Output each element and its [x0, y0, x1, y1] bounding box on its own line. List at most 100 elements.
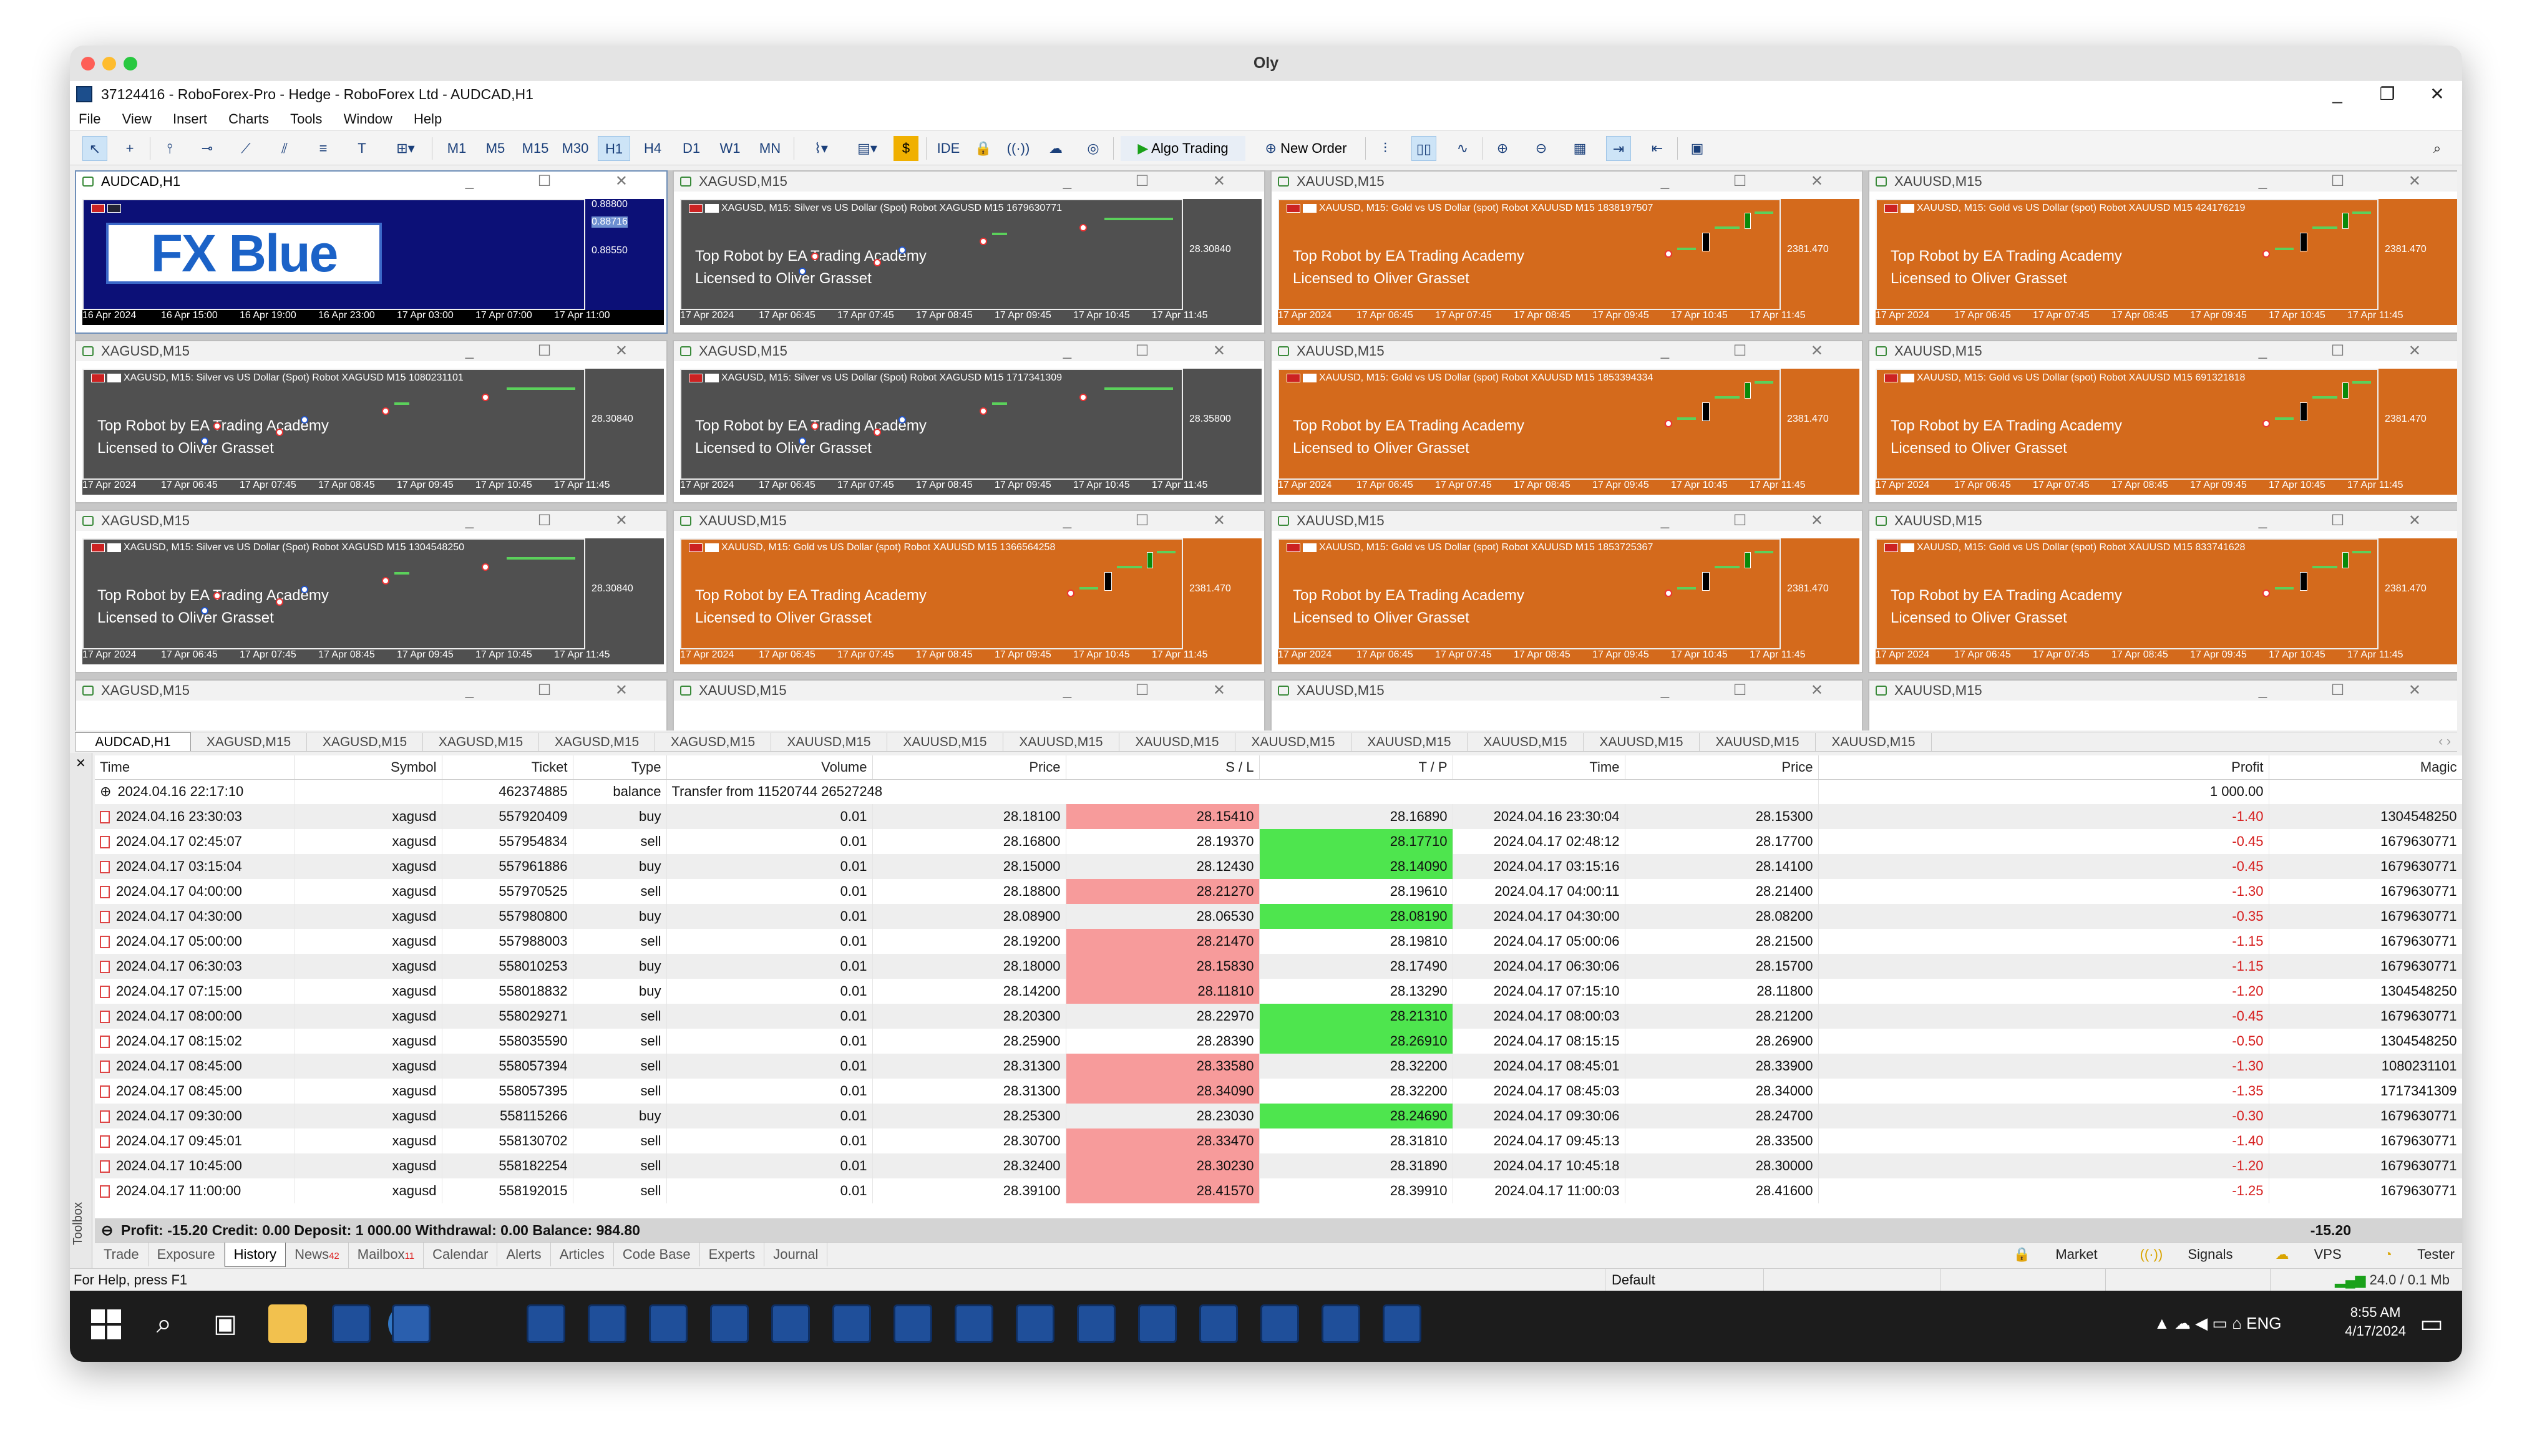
- timeframe-mn[interactable]: MN: [752, 136, 787, 161]
- chart-tab[interactable]: XAGUSD,M15: [307, 733, 423, 751]
- chart-window-controls[interactable]: _ ☐ ✕: [1063, 681, 1255, 701]
- mt5-taskbar-icon[interactable]: [1199, 1304, 1238, 1343]
- chart-window-controls[interactable]: _ ☐ ✕: [1063, 172, 1255, 192]
- menu-insert[interactable]: Insert: [164, 108, 216, 130]
- chart-tab[interactable]: AUDCAD,H1: [75, 732, 191, 751]
- mt5-taskbar-icon[interactable]: [1077, 1304, 1116, 1343]
- tab-scroll-arrows[interactable]: ‹ ›: [2438, 732, 2451, 751]
- column-header[interactable]: Symbol: [295, 755, 442, 780]
- table-row[interactable]: 2024.04.17 09:30:00 xagusd 558115266 buy 0.0…: [95, 1104, 2462, 1128]
- chart-window-controls[interactable]: _ ☐ ✕: [2259, 341, 2451, 361]
- timeframe-d1[interactable]: D1: [675, 136, 708, 161]
- close-traffic-light[interactable]: [81, 57, 95, 70]
- menu-charts[interactable]: Charts: [220, 108, 278, 130]
- chart-tab[interactable]: XAUUSD,M15: [1700, 733, 1816, 751]
- mt5-taskbar-icon[interactable]: [332, 1304, 371, 1343]
- mt5-taskbar-icon[interactable]: [649, 1304, 688, 1343]
- chart-plot[interactable]: XAUUSD, M15: Gold vs US Dollar (spot) Ro…: [1876, 369, 2457, 480]
- market-link[interactable]: 🔒 Market: [1992, 1246, 2098, 1262]
- chart-window[interactable]: XAGUSD,M15 _ ☐ ✕: [75, 679, 668, 730]
- chart-window-title-bar[interactable]: XAUUSD,M15 _ ☐ ✕: [674, 511, 1264, 531]
- timeframe-w1[interactable]: W1: [714, 136, 746, 161]
- table-row[interactable]: 2024.04.17 08:45:00 xagusd 558057395 sell 0.…: [95, 1079, 2462, 1104]
- chart-window-controls[interactable]: _ ☐ ✕: [1661, 681, 1853, 701]
- chart-plot[interactable]: XAUUSD, M15: Gold vs US Dollar (spot) Ro…: [1278, 199, 1859, 310]
- bar-chart-icon[interactable]: ⫶: [1373, 136, 1398, 161]
- chart-plot[interactable]: XAUUSD, M15: Gold vs US Dollar (spot) Ro…: [1876, 538, 2457, 649]
- indicators-icon[interactable]: ⌇▾: [801, 136, 841, 161]
- menu-help[interactable]: Help: [405, 108, 450, 130]
- windows-start-icon[interactable]: [91, 1309, 122, 1341]
- chart-window[interactable]: XAUUSD,M15 _ ☐ ✕: [673, 679, 1265, 730]
- autoscroll-icon[interactable]: ⇥: [1606, 136, 1631, 161]
- close-icon[interactable]: ✕: [2412, 80, 2462, 108]
- toolbox-tab-alerts[interactable]: Alerts: [497, 1243, 551, 1266]
- chart-window[interactable]: XAGUSD,M15 _ ☐ ✕ XAGUSD, M15: Silver vs US…: [673, 340, 1265, 503]
- mt5-taskbar-icon[interactable]: [527, 1304, 565, 1343]
- chart-plot[interactable]: XAUUSD, M15: Gold vs US Dollar (spot) Ro…: [1278, 538, 1859, 649]
- balance-row[interactable]: ⊕ 2024.04.16 22:17:10 462374885 balance Tran…: [95, 779, 2462, 804]
- column-header[interactable]: Profit: [1818, 755, 2269, 780]
- restore-icon[interactable]: ❐: [2362, 80, 2412, 108]
- chart-window-controls[interactable]: _ ☐ ✕: [465, 511, 658, 531]
- column-header[interactable]: Time: [95, 755, 295, 780]
- chart-window-title-bar[interactable]: XAUUSD,M15 _ ☐ ✕: [1272, 511, 1862, 531]
- toolbox-tab-trade[interactable]: Trade: [95, 1243, 149, 1266]
- table-row[interactable]: 2024.04.17 08:45:00 xagusd 558057394 sell 0.…: [95, 1054, 2462, 1079]
- tester-link[interactable]: ◔ Tester: [2363, 1246, 2455, 1262]
- chart-tab[interactable]: XAUUSD,M15: [1119, 733, 1235, 751]
- chart-window-controls[interactable]: _ ☐ ✕: [2259, 172, 2451, 192]
- chart-window-controls[interactable]: _ ☐ ✕: [465, 681, 658, 701]
- mt5-taskbar-icon[interactable]: [1260, 1304, 1299, 1343]
- screenshot-icon[interactable]: ▣: [1685, 136, 1710, 161]
- menu-file[interactable]: File: [70, 108, 109, 130]
- signals-link[interactable]: ((·)) Signals: [2119, 1246, 2233, 1262]
- zoom-in-icon[interactable]: ⊕: [1490, 136, 1515, 161]
- chart-window[interactable]: XAUUSD,M15 _ ☐ ✕: [1270, 679, 1863, 730]
- cloud-icon[interactable]: ☁: [1043, 136, 1068, 161]
- table-row[interactable]: 2024.04.17 03:15:04 xagusd 557961886 buy 0.0…: [95, 854, 2462, 879]
- chart-window-title-bar[interactable]: XAUUSD,M15 _ ☐ ✕: [1272, 681, 1862, 701]
- channel-icon[interactable]: ⫽: [272, 136, 297, 161]
- chart-plot[interactable]: XAGUSD, M15: Silver vs US Dollar (Spot) …: [680, 199, 1262, 310]
- trendline-icon[interactable]: ⟋: [233, 136, 258, 161]
- chart-shift-icon[interactable]: ⇤: [1645, 136, 1670, 161]
- chart-window[interactable]: XAGUSD,M15 _ ☐ ✕ XAGUSD, M15: Silver vs US…: [75, 340, 668, 503]
- table-row[interactable]: 2024.04.17 05:00:00 xagusd 557988003 sell 0.…: [95, 929, 2462, 954]
- minimize-icon[interactable]: _: [2312, 80, 2362, 108]
- chart-window[interactable]: XAUUSD,M15 _ ☐ ✕ XAUUSD, M15: Gold vs US D…: [1868, 340, 2457, 503]
- chart-window-title-bar[interactable]: XAUUSD,M15 _ ☐ ✕: [1869, 172, 2457, 192]
- toolbox-tab-articles[interactable]: Articles: [551, 1243, 614, 1266]
- chart-window-title-bar[interactable]: XAGUSD,M15 _ ☐ ✕: [76, 341, 666, 361]
- chart-window[interactable]: XAUUSD,M15 _ ☐ ✕ XAUUSD, M15: Gold vs US D…: [1868, 510, 2457, 673]
- chart-window[interactable]: XAGUSD,M15 _ ☐ ✕ XAGUSD, M15: Silver vs US…: [75, 510, 668, 673]
- mt5-taskbar-icon[interactable]: [1322, 1304, 1360, 1343]
- mt5-taskbar-icon[interactable]: [894, 1304, 932, 1343]
- chart-window-controls[interactable]: _ ☐ ✕: [1661, 511, 1853, 531]
- table-row[interactable]: 2024.04.17 11:00:00 xagusd 558192015 sell 0.…: [95, 1178, 2462, 1203]
- chart-window[interactable]: XAUUSD,M15 _ ☐ ✕ XAUUSD, M15: Gold vs US D…: [1270, 340, 1863, 503]
- chart-plot[interactable]: XAUUSD, M15: Gold vs US Dollar (spot) Ro…: [1876, 199, 2457, 310]
- chart-plot[interactable]: [680, 708, 1262, 730]
- zoom-out-icon[interactable]: ⊖: [1529, 136, 1554, 161]
- vps-link[interactable]: ☁ VPS: [2254, 1246, 2342, 1262]
- crosshair-icon[interactable]: +: [117, 136, 142, 161]
- chart-tab[interactable]: XAUUSD,M15: [1468, 733, 1584, 751]
- vertical-line-icon[interactable]: ⫯: [157, 136, 182, 161]
- toolbox-tab-history[interactable]: History: [224, 1243, 286, 1267]
- chart-tab[interactable]: XAUUSD,M15: [1816, 733, 1932, 751]
- chart-plot[interactable]: [82, 708, 664, 730]
- chart-window-title-bar[interactable]: XAUUSD,M15 _ ☐ ✕: [1869, 341, 2457, 361]
- chart-window-title-bar[interactable]: XAGUSD,M15 _ ☐ ✕: [76, 511, 666, 531]
- lock-icon[interactable]: 🔒: [971, 136, 996, 161]
- timeframe-m30[interactable]: M30: [558, 136, 593, 161]
- column-header[interactable]: Magic: [2269, 755, 2462, 780]
- chart-tab[interactable]: XAGUSD,M15: [423, 733, 539, 751]
- notifications-icon[interactable]: ▭: [2412, 1304, 2451, 1343]
- signal-icon[interactable]: ((·)): [1006, 136, 1031, 161]
- search-taskbar-icon[interactable]: ⌕: [145, 1304, 183, 1343]
- dollar-icon[interactable]: $: [894, 136, 918, 161]
- collapse-icon[interactable]: ⊖: [101, 1218, 113, 1242]
- chart-window-title-bar[interactable]: XAGUSD,M15 _ ☐ ✕: [674, 341, 1264, 361]
- ide-button[interactable]: IDE: [933, 136, 963, 161]
